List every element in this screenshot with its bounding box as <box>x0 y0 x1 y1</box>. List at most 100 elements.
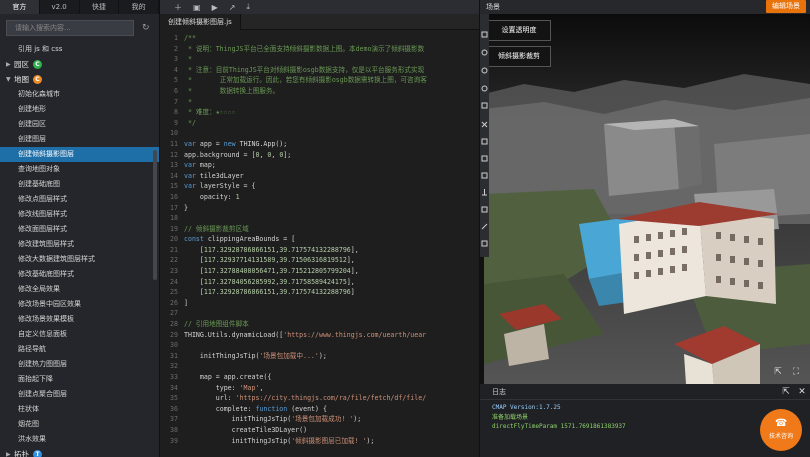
category-badge: T <box>33 450 42 457</box>
code-text: var map; <box>184 161 216 170</box>
code-text: var tile3dLayer <box>184 171 244 180</box>
tree-group-label: 地图 <box>14 75 29 84</box>
caret-icon: ▶ <box>6 61 11 68</box>
scene-viewport[interactable]: 设置透明度 倾斜摄影裁剪 ⇱ ⛶ <box>484 14 810 384</box>
editor-toolbar: ＋ ▣ ▶ ↗ ⤓ <box>160 0 479 14</box>
oblique-photo-render <box>484 14 810 384</box>
code-line: 29 THING.Utils.dynamicLoad(['https://www.… <box>160 330 480 341</box>
line-number: 27 <box>170 309 178 318</box>
new-file-icon[interactable]: ＋ <box>174 2 182 13</box>
code-line: 26] <box>160 298 480 309</box>
tree-item[interactable]: 创建点聚合图层 <box>0 387 159 402</box>
tab-official[interactable]: 官方 <box>0 0 40 14</box>
scene-toolbar-icons[interactable] <box>480 14 489 257</box>
tab-version[interactable]: v2.0 <box>40 0 80 14</box>
code-text: // 引用地图组件脚本 <box>184 320 249 329</box>
code-line: 1 /** <box>160 33 480 44</box>
code-text: // 倾斜摄影裁剪区域 <box>184 224 249 233</box>
tree-item[interactable]: 修改面图层样式 <box>0 222 159 237</box>
line-number: 12 <box>170 150 178 159</box>
line-number: 8 <box>174 108 178 117</box>
scene-preview: 场景 编辑场景 设置透明度 倾斜摄影裁剪 ⇱ ⛶ 日志 ⇱ ✕ CMAP Ver… <box>480 0 810 457</box>
tree-item[interactable]: 修改场景中园区效果 <box>0 297 159 312</box>
code-text: initThingJsTip('场景包加载中...'); <box>184 351 327 360</box>
line-number: 2 <box>174 44 178 53</box>
tree-group[interactable]: ▶ 拓扑 T <box>0 447 159 457</box>
code-text: * <box>184 97 192 106</box>
log-expand-icon[interactable]: ⇱ <box>780 386 792 398</box>
tree-item[interactable]: 自定义信息面板 <box>0 327 159 342</box>
code-line: 21 [117.32928786866151,39.71757413228879… <box>160 245 480 256</box>
tree-item[interactable]: 修改全局效果 <box>0 282 159 297</box>
code-text: * 难度：★☆☆☆☆ <box>184 108 236 117</box>
tree-item[interactable]: 创建基础底图 <box>0 177 159 192</box>
line-number: 22 <box>170 256 178 265</box>
log-line: CMAP Version:1.7.25 <box>492 404 561 411</box>
tree-item[interactable]: 面抬起下降 <box>0 372 159 387</box>
tree-item[interactable]: 修改建筑图层样式 <box>0 237 159 252</box>
code-line: 32 <box>160 361 480 372</box>
code-line: 24 [117.32784056285992,39.71758589424175… <box>160 277 480 288</box>
tree-item[interactable]: 创建图层 <box>0 132 159 147</box>
caret-icon: ▶ <box>6 451 11 457</box>
code-text: /** <box>184 34 196 42</box>
tab-mine[interactable]: 我的 <box>119 0 159 14</box>
tree-item[interactable]: 创建地形 <box>0 102 159 117</box>
scene-toolbar <box>480 14 489 257</box>
caret-icon: ▼ <box>6 76 11 83</box>
tree-item[interactable]: 修改线图层样式 <box>0 207 159 222</box>
tree-item[interactable]: 修改大数据建筑图层样式 <box>0 252 159 267</box>
download-icon[interactable]: ⤓ <box>246 2 250 12</box>
tree-group[interactable]: ▼ 地图 C <box>0 72 159 87</box>
tree-item[interactable]: 修改基础底图样式 <box>0 267 159 282</box>
save-icon[interactable]: ▣ <box>193 3 201 12</box>
fullscreen-icon[interactable]: ⛶ <box>790 366 802 378</box>
refresh-icon[interactable]: ↻ <box>142 23 152 33</box>
tree-group[interactable]: ▶ 园区 C <box>0 57 159 72</box>
tree-item[interactable]: 查询地图对象 <box>0 162 159 177</box>
code-line: 9 */ <box>160 118 480 129</box>
line-number: 26 <box>170 298 178 307</box>
tree-item[interactable]: 路径导航 <box>0 342 159 357</box>
line-number: 39 <box>170 436 178 445</box>
code-text: [117.32937714131589,39.71506316819512], <box>184 256 355 265</box>
run-icon[interactable]: ▶ <box>212 3 218 12</box>
code-line: 30 <box>160 340 480 351</box>
oblique-clip-button[interactable]: 倾斜摄影裁剪 <box>487 46 551 67</box>
tech-support-button[interactable]: ☎ 技术咨询 <box>760 409 802 451</box>
tree-item[interactable]: 洪水效果 <box>0 432 159 447</box>
log-close-icon[interactable]: ✕ <box>796 386 808 398</box>
log-title: 日志 <box>480 384 810 400</box>
code-area[interactable]: 1 /** 2 * 说明：ThingJS平台已全面支持倾斜摄影数据上图。本demo演… <box>160 33 480 446</box>
share-icon[interactable]: ↗ <box>229 3 236 12</box>
code-text: const clippingAreaBounds = [ <box>184 235 296 244</box>
line-number: 36 <box>170 404 178 413</box>
code-text: * 说明：ThingJS平台已全面支持倾斜摄影数据上图。本demo演示了倾斜摄影… <box>184 44 425 53</box>
tree-item[interactable]: 柱状体 <box>0 402 159 417</box>
code-line: 14 var tile3dLayer <box>160 171 480 182</box>
line-number: 5 <box>174 76 178 85</box>
search-input[interactable]: 请输入搜索内容... <box>6 20 134 36</box>
tree-item[interactable]: 创建园区 <box>0 117 159 132</box>
code-line: 25 [117.32928786866151,39.71757413228879… <box>160 287 480 298</box>
set-opacity-button[interactable]: 设置透明度 <box>487 20 551 41</box>
tree-item[interactable]: 初始化森城市 <box>0 87 159 102</box>
edit-scene-button[interactable]: 编辑场景 <box>766 0 806 13</box>
tree-item[interactable]: 引用 js 和 css <box>0 42 159 57</box>
code-line: 6 * 数据转换上图服务。 <box>160 86 480 97</box>
code-line: 27 <box>160 308 480 319</box>
code-line: 34 type: 'Map', <box>160 383 480 394</box>
code-text: createTile3DLayer() <box>184 425 308 434</box>
sidebar-scrollbar[interactable] <box>153 150 157 280</box>
line-number: 28 <box>170 320 178 329</box>
tree-item[interactable]: 创建热力图图层 <box>0 357 159 372</box>
tree-item[interactable]: 创建倾斜摄影图层 <box>0 147 159 162</box>
tree-item[interactable]: 修改场景效果模板 <box>0 312 159 327</box>
tree-item[interactable]: 烟花图 <box>0 417 159 432</box>
code-line: 10 <box>160 128 480 139</box>
tab-shortcut[interactable]: 快捷 <box>80 0 120 14</box>
tree-item[interactable]: 修改点图层样式 <box>0 192 159 207</box>
file-tab[interactable]: 创建倾斜摄影图层.js <box>160 14 241 30</box>
external-link-icon[interactable]: ⇱ <box>772 366 784 378</box>
code-line: 36 complete: function (event) { <box>160 404 480 415</box>
